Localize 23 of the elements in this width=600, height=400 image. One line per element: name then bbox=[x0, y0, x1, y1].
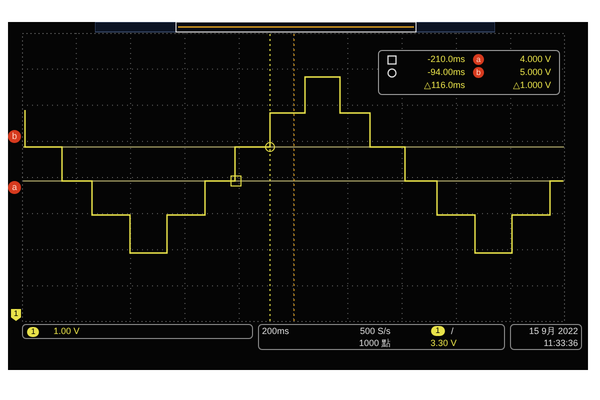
time: 11:33:36 bbox=[544, 337, 578, 349]
cursor-value: 4.000 V bbox=[520, 53, 551, 66]
reference-marker: a bbox=[8, 181, 21, 194]
date: 15 9月 2022 bbox=[528, 325, 578, 337]
delta-time: △116.0ms bbox=[423, 79, 465, 92]
circle-cursor-icon bbox=[387, 68, 397, 78]
square-cursor-icon bbox=[387, 54, 397, 64]
trigger-slope: / bbox=[451, 325, 454, 337]
cursor-time: -210.0ms bbox=[426, 53, 465, 66]
channel-scale: 1.00 V bbox=[53, 324, 80, 338]
sample-rate: 500 S/s bbox=[360, 325, 391, 337]
channel-badge: 1 bbox=[27, 326, 40, 336]
trigger-level: 3.30 V bbox=[430, 337, 457, 349]
time-scale: 200ms bbox=[262, 325, 290, 338]
trigger-channel-badge: 1 bbox=[430, 326, 445, 336]
delta-value: △1.000 V bbox=[512, 79, 551, 92]
channel-level-marker: 1 bbox=[11, 309, 21, 321]
cursor-marker: a bbox=[473, 54, 484, 65]
cursor-time: -94.00ms bbox=[426, 66, 465, 79]
reference-marker: b bbox=[8, 130, 21, 143]
record-length: 1000 點 bbox=[359, 337, 391, 349]
cursor-marker: b bbox=[473, 67, 484, 78]
cursor-value: 5.000 V bbox=[520, 66, 551, 79]
